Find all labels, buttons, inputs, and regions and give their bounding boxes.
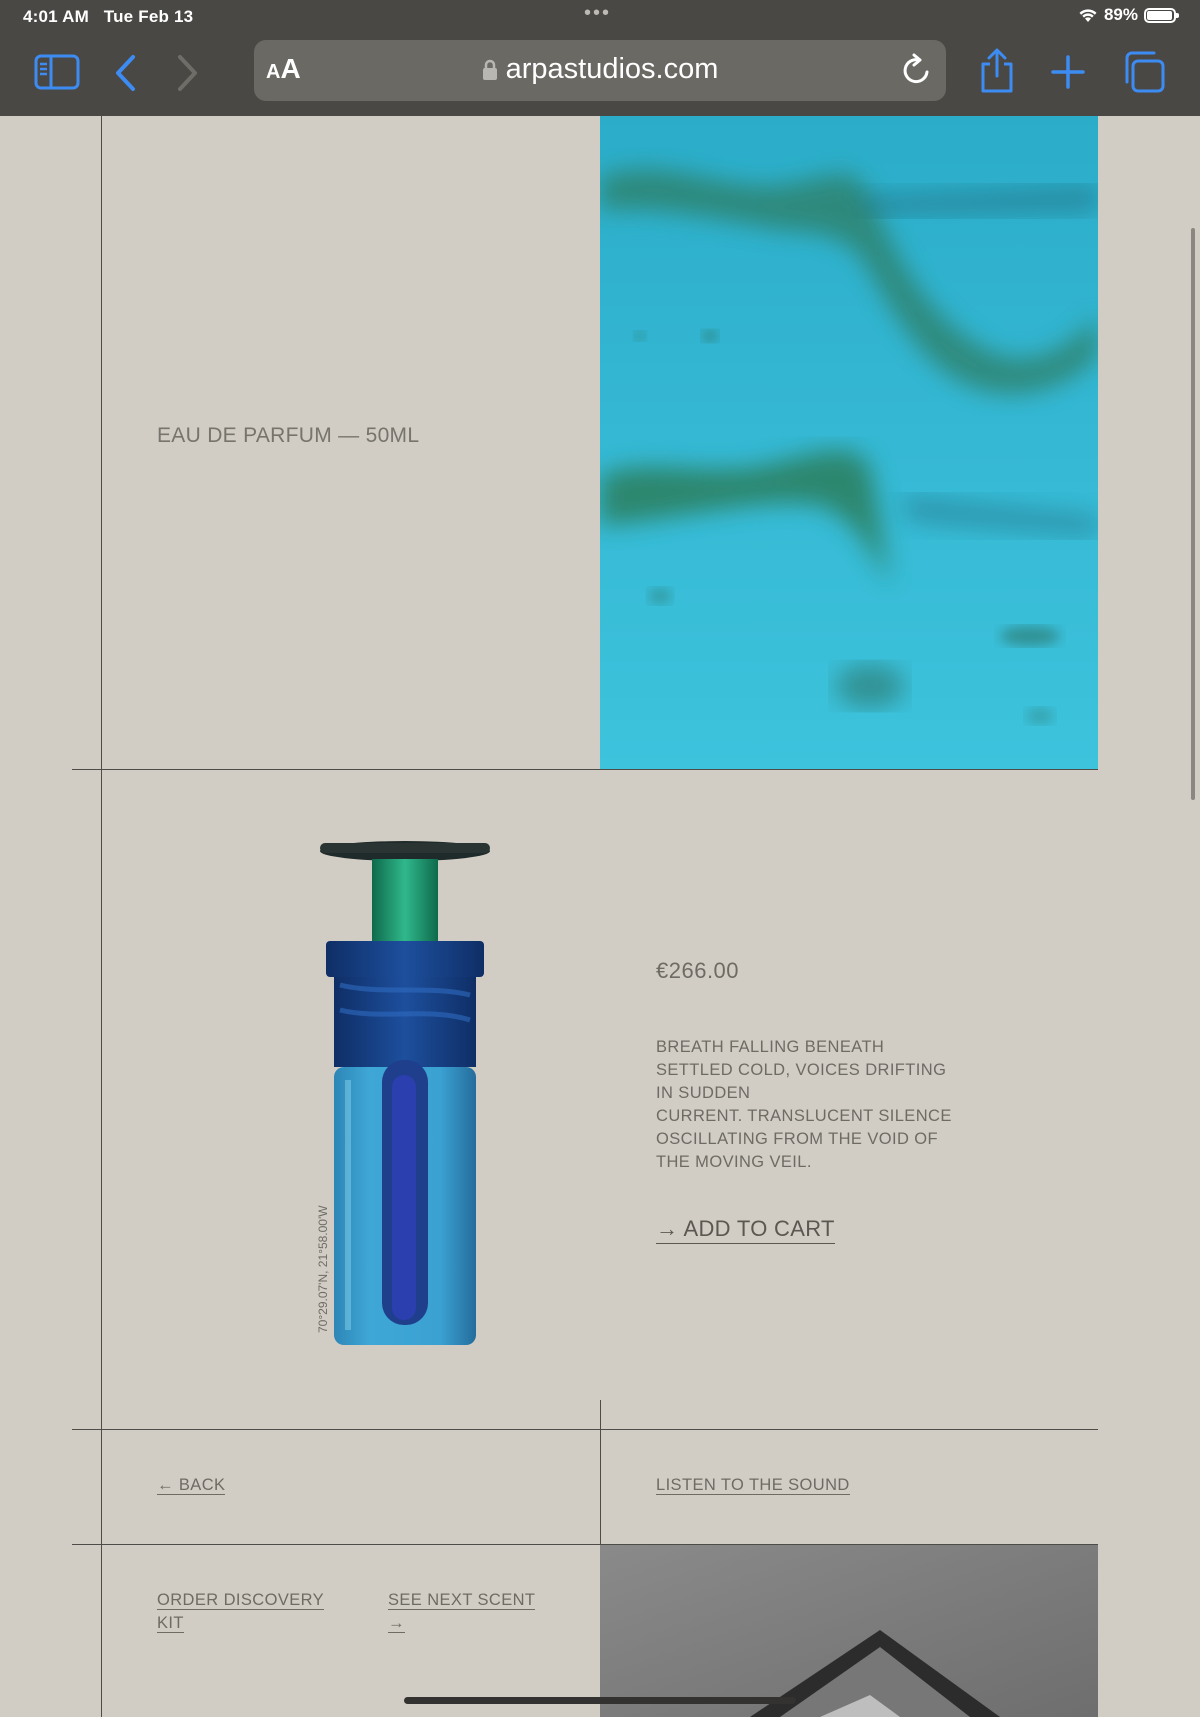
back-link[interactable]: ← BACK — [157, 1474, 226, 1497]
listen-link-label: LISTEN TO THE SOUND — [656, 1476, 850, 1495]
see-next-scent-link[interactable]: SEE NEXT SCENT → — [388, 1589, 536, 1635]
hero-abstract-image — [600, 116, 1098, 769]
browser-toolbar: 4:01 AM Tue Feb 13 ••• 89% AA arpastudio… — [0, 0, 1200, 116]
status-time: 4:01 AM Tue Feb 13 — [23, 7, 193, 27]
battery-icon — [1144, 7, 1179, 23]
description-line: IN SUDDEN — [656, 1084, 751, 1102]
wifi-icon — [1079, 9, 1097, 22]
tabs-overview-icon[interactable] — [1122, 50, 1166, 94]
forward-chevron-icon[interactable] — [176, 54, 200, 92]
clock-text: 4:01 AM — [23, 7, 89, 26]
battery-percent: 89% — [1103, 5, 1138, 24]
listen-to-sound-link[interactable]: LISTEN TO THE SOUND — [656, 1474, 850, 1497]
reload-icon[interactable] — [900, 53, 932, 87]
next-scent-line2: → — [388, 1614, 405, 1633]
bottom-photo-image — [600, 1545, 1098, 1717]
order-kit-line2: KIT — [157, 1614, 184, 1633]
grid-line-left — [101, 116, 102, 1717]
product-description: BREATH FALLING BENEATH SETTLED COLD, VOI… — [656, 1036, 976, 1174]
description-line: CURRENT. TRANSLUCENT SILENCE — [656, 1107, 952, 1125]
grid-line-h1 — [72, 769, 1098, 770]
page-scrollbar[interactable] — [1191, 228, 1195, 800]
grid-line-h2 — [72, 1429, 1098, 1430]
multitasking-dots-icon[interactable]: ••• — [584, 2, 611, 25]
description-line: OSCILLATING FROM THE VOID OF — [656, 1130, 938, 1148]
new-tab-plus-icon[interactable] — [1050, 54, 1086, 90]
sidebar-icon[interactable] — [34, 54, 80, 90]
url-text: arpastudios.com — [505, 53, 719, 85]
product-price: €266.00 — [656, 958, 740, 983]
url-display[interactable]: arpastudios.com — [254, 53, 946, 86]
status-indicators: 89% — [1078, 5, 1179, 25]
back-chevron-icon[interactable] — [113, 54, 137, 92]
add-to-cart-button[interactable]: → ADD TO CART — [656, 1216, 835, 1244]
description-line: SETTLED COLD, VOICES DRIFTING — [656, 1061, 947, 1079]
perfume-bottle-image — [320, 841, 490, 1345]
back-link-label: ← BACK — [157, 1476, 226, 1495]
coordinates-label: 70°29.07'N, 21°58.00'W — [316, 1205, 330, 1333]
home-indicator[interactable] — [404, 1697, 796, 1704]
order-kit-line1: ORDER DISCOVERY — [157, 1591, 325, 1610]
description-line: THE MOVING VEIL. — [656, 1153, 812, 1171]
address-bar[interactable]: AA arpastudios.com — [254, 40, 946, 101]
lock-icon — [482, 60, 497, 81]
next-scent-line1: SEE NEXT SCENT — [388, 1591, 536, 1610]
product-caption: EAU DE PARFUM — 50ML — [157, 424, 420, 447]
share-icon[interactable] — [978, 48, 1016, 94]
order-discovery-kit-link[interactable]: ORDER DISCOVERY KIT — [157, 1589, 325, 1635]
date-text: Tue Feb 13 — [103, 7, 194, 26]
description-line: BREATH FALLING BENEATH — [656, 1038, 885, 1056]
